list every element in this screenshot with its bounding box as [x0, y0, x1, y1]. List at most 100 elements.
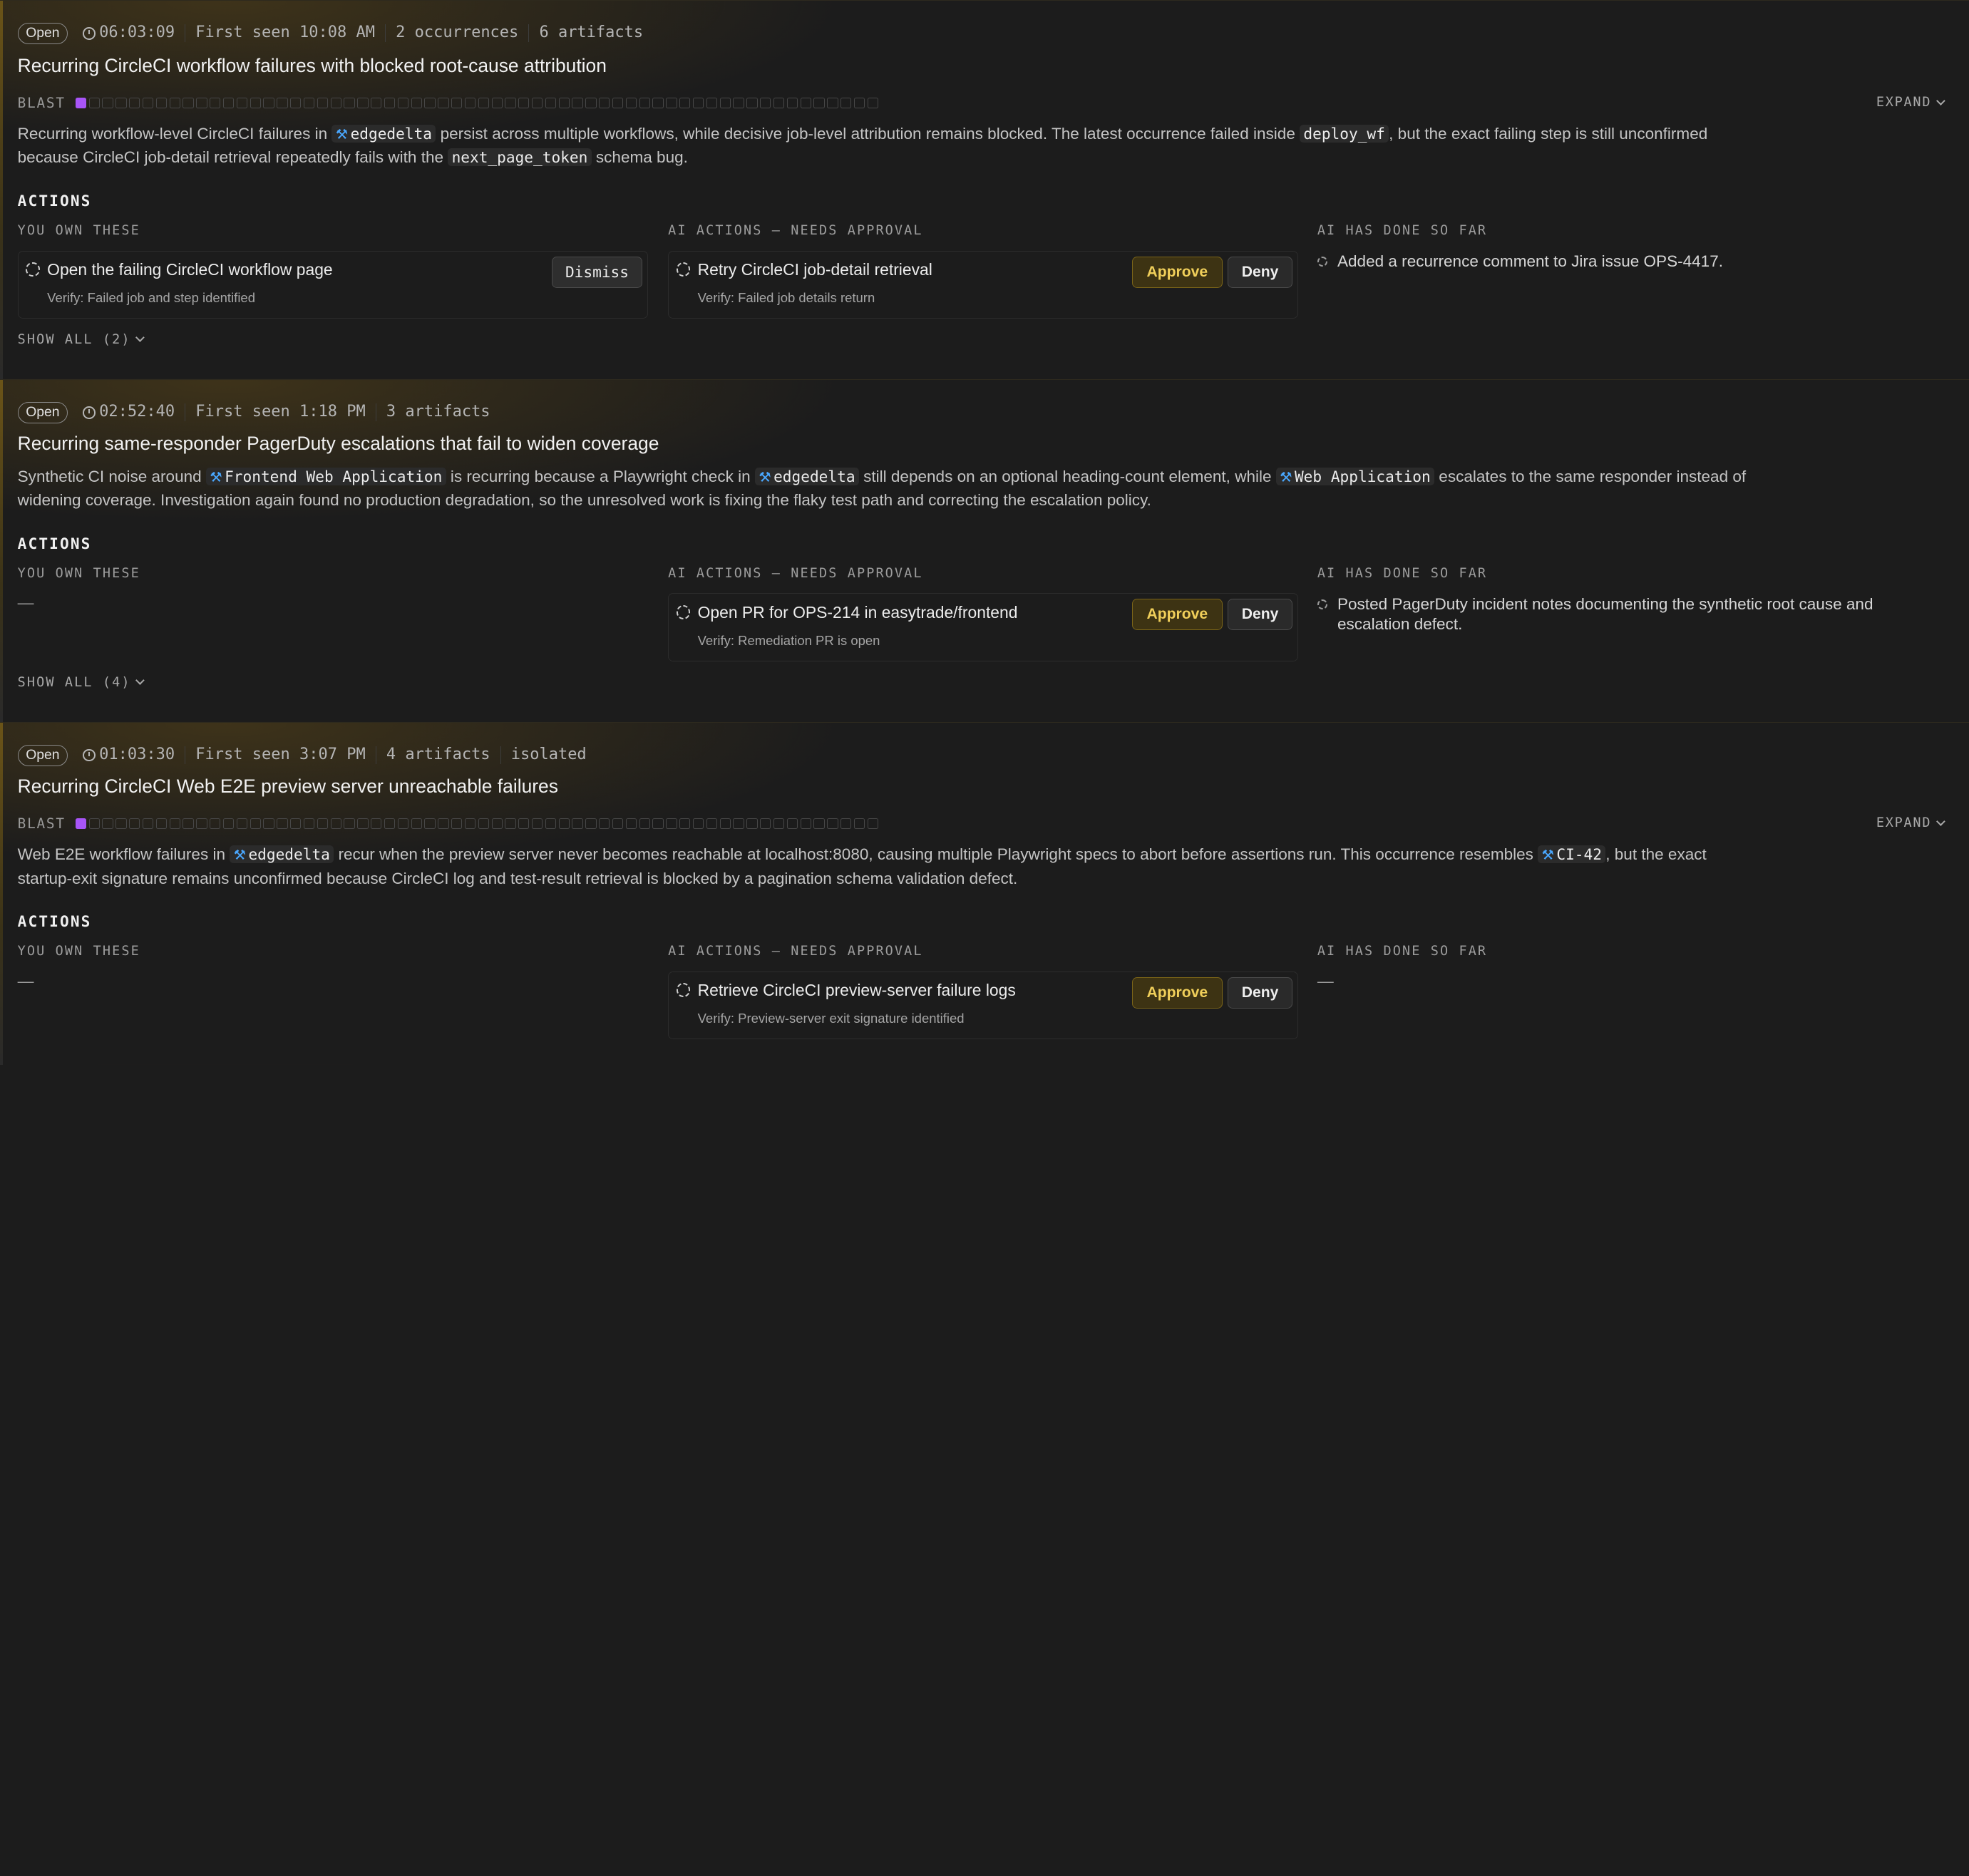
- show-all-button[interactable]: SHOW ALL (2): [18, 332, 145, 347]
- spinner-icon: [676, 605, 691, 619]
- col-ai-done: AI HAS DONE SO FAR: [1317, 565, 1488, 581]
- blast-segment: [169, 98, 180, 109]
- blast-segment: [115, 818, 127, 830]
- isolated-tag: isolated: [500, 746, 597, 764]
- blast-segment: [371, 818, 382, 830]
- blast-segment: [746, 818, 758, 830]
- status-badge: Open: [17, 22, 68, 44]
- blast-segment: [155, 98, 168, 109]
- blast-segment: [505, 98, 516, 109]
- blast-segment: [572, 818, 583, 830]
- blast-label: BLAST: [17, 95, 66, 112]
- col-ai-actions: AI ACTIONS – NEEDS APPROVAL: [668, 222, 923, 238]
- first-seen: First seen 10:08 AM: [185, 24, 385, 43]
- blast-segment: [424, 98, 436, 109]
- col-you-own: YOU OWN THESE: [17, 222, 140, 238]
- blast-segment: [250, 98, 261, 109]
- blast-segment: [840, 818, 852, 830]
- blast-segment: [773, 98, 785, 109]
- approve-button[interactable]: Approve: [1131, 976, 1223, 1009]
- approve-button[interactable]: Approve: [1131, 599, 1223, 631]
- expand-button[interactable]: EXPAND: [1876, 95, 1945, 110]
- blast-segment: [599, 98, 610, 109]
- blast-segment: [384, 98, 396, 109]
- incident-card: Open 06:03:09 First seen 10:08 AM 2 occu…: [0, 0, 1969, 379]
- blast-segment: [585, 98, 597, 109]
- blast-segment: [692, 98, 704, 109]
- deny-button[interactable]: Deny: [1227, 976, 1293, 1009]
- blast-segment: [75, 818, 87, 830]
- blast-segment: [330, 98, 341, 109]
- incident-meta: Open 06:03:09 First seen 10:08 AM 2 occu…: [17, 22, 654, 45]
- service-chip[interactable]: ⚒ edgedelta: [754, 467, 859, 485]
- owned-action[interactable]: Open the failing CircleCI workflow page …: [17, 250, 648, 319]
- blast-segment: [733, 818, 744, 830]
- blast-segment: [169, 818, 180, 830]
- blast-segment: [236, 98, 248, 109]
- blast-segment: [692, 818, 704, 830]
- blast-segment: [585, 818, 597, 830]
- blast-segment: [625, 98, 637, 109]
- incident-summary: Web E2E workflow failures in ⚒ edgedelta …: [17, 845, 1707, 887]
- expand-button[interactable]: EXPAND: [1876, 815, 1945, 830]
- blast-segment: [813, 818, 825, 830]
- blast-segment: [572, 98, 583, 109]
- ai-action[interactable]: Retry CircleCI job-detail retrieval Veri…: [668, 250, 1299, 319]
- col-ai-actions: AI ACTIONS – NEEDS APPROVAL: [668, 565, 923, 581]
- tool-icon: ⚒: [233, 846, 246, 863]
- ai-action[interactable]: Retrieve CircleCI preview-server failure…: [668, 971, 1299, 1039]
- incident-meta: Open 02:52:40 First seen 1:18 PM 3 artif…: [17, 401, 500, 424]
- issue-chip[interactable]: ⚒ CI-42: [1538, 845, 1606, 863]
- blast-label: BLAST: [17, 815, 66, 833]
- artifacts: 3 artifacts: [375, 403, 500, 422]
- chevron-down-icon: [1936, 96, 1945, 105]
- blast-segment: [357, 818, 369, 830]
- blast-segment: [222, 818, 235, 830]
- service-chip[interactable]: ⚒ edgedelta: [230, 845, 334, 863]
- service-chip[interactable]: ⚒ Frontend Web Application: [205, 467, 446, 485]
- blast-segment: [142, 818, 154, 830]
- blast-segment: [142, 98, 154, 109]
- col-ai-actions: AI ACTIONS – NEEDS APPROVAL: [668, 943, 923, 959]
- timer-icon: [83, 406, 96, 419]
- blast-segment: [102, 818, 113, 830]
- deny-button[interactable]: Deny: [1227, 599, 1293, 631]
- blast-segment: [719, 818, 731, 830]
- incident-title[interactable]: Recurring same-responder PagerDuty escal…: [18, 433, 659, 455]
- blast-segment: [518, 98, 530, 109]
- ai-done-item: Posted PagerDuty incident notes document…: [1317, 594, 1908, 634]
- show-all-button[interactable]: SHOW ALL (4): [18, 675, 145, 690]
- service-chip[interactable]: ⚒ Web Application: [1275, 467, 1435, 485]
- blast-segment: [75, 98, 87, 109]
- blast-segment: [384, 818, 396, 830]
- dismiss-button[interactable]: Dismiss: [552, 256, 642, 288]
- action-label: Retry CircleCI job-detail retrieval: [697, 259, 932, 279]
- incident-title[interactable]: Recurring CircleCI Web E2E preview serve…: [18, 775, 558, 798]
- timer: 01:03:30: [81, 746, 185, 764]
- occurrences: 2 occurrences: [385, 24, 528, 43]
- service-chip[interactable]: ⚒ edgedelta: [331, 124, 436, 143]
- blast-segment: [344, 98, 355, 109]
- incident-card: Open 02:52:40 First seen 1:18 PM 3 artif…: [0, 378, 1969, 722]
- blast-segment: [531, 98, 543, 109]
- col-ai-done: AI HAS DONE SO FAR: [1317, 943, 1488, 959]
- deny-button[interactable]: Deny: [1227, 256, 1293, 288]
- incident-card: Open 01:03:30 First seen 3:07 PM 4 artif…: [0, 721, 1969, 1065]
- incident-summary: Recurring workflow-level CircleCI failur…: [17, 124, 1708, 167]
- blast-segment: [773, 818, 785, 830]
- blast-segment: [290, 818, 302, 830]
- blast-segment: [330, 818, 341, 830]
- blast-segment: [545, 98, 557, 109]
- incident-title[interactable]: Recurring CircleCI workflow failures wit…: [18, 55, 607, 77]
- tool-icon: ⚒: [759, 468, 771, 485]
- blast-segment: [827, 98, 838, 109]
- approve-button[interactable]: Approve: [1131, 256, 1223, 288]
- blast-segment: [652, 818, 664, 830]
- blast-segment: [277, 98, 288, 109]
- blast-segment: [786, 98, 798, 109]
- ai-action[interactable]: Open PR for OPS-214 in easytrade/fronten…: [668, 593, 1299, 661]
- blast-segments: [75, 98, 878, 109]
- blast-segment: [344, 818, 355, 830]
- chevron-down-icon: [135, 333, 145, 343]
- blast-segment: [505, 818, 516, 830]
